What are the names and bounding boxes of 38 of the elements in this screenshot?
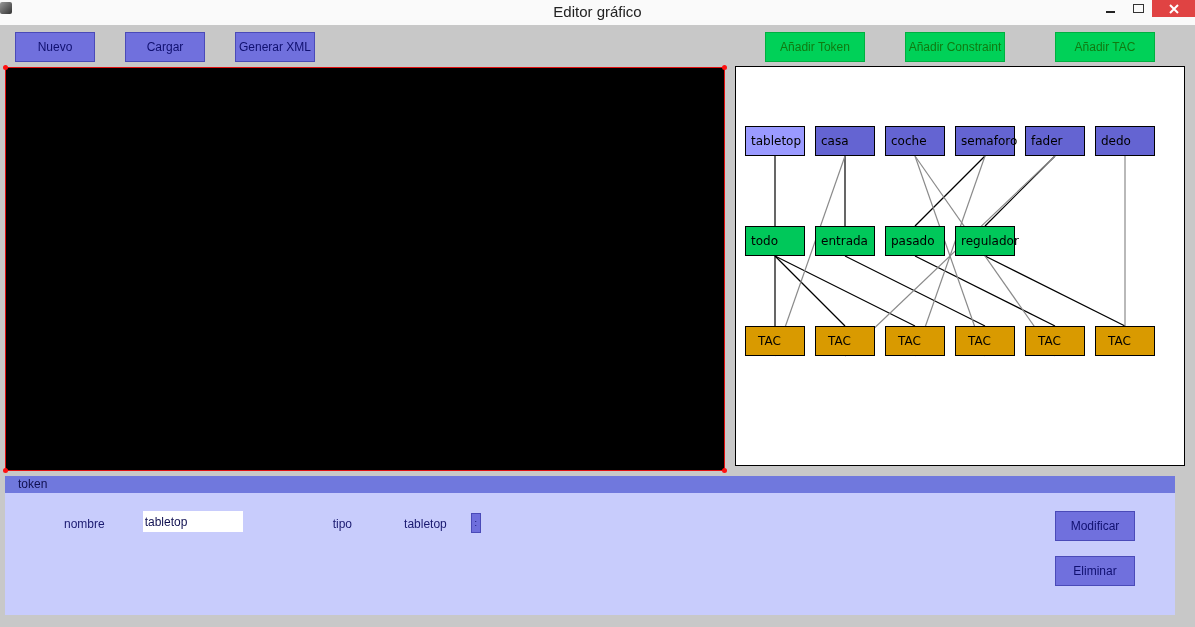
type-button[interactable]: :	[470, 513, 481, 533]
minimize-icon	[1105, 10, 1115, 13]
tac-node[interactable]: TAC	[815, 326, 875, 356]
constraint-node[interactable]: todo	[745, 226, 805, 256]
token-node[interactable]: casa	[815, 126, 875, 156]
tac-node[interactable]: TAC	[745, 326, 805, 356]
token-node[interactable]: tabletop	[745, 126, 805, 156]
panel-header: token	[5, 476, 1175, 493]
constraint-node[interactable]: pasado	[885, 226, 945, 256]
corner-handle[interactable]	[722, 468, 727, 473]
tac-node[interactable]: TAC	[955, 326, 1015, 356]
close-button[interactable]	[1152, 0, 1195, 17]
field-label: nombre	[64, 517, 105, 531]
corner-handle[interactable]	[722, 65, 727, 70]
add-button[interactable]: Añadir TAC	[1055, 32, 1155, 62]
app-icon	[0, 2, 12, 14]
window-title: Editor gráfico	[553, 3, 642, 20]
type-value: tabletop	[404, 517, 447, 531]
toolbar-button[interactable]: Nuevo	[15, 32, 95, 62]
corner-handle[interactable]	[3, 468, 8, 473]
token-node[interactable]: fader	[1025, 126, 1085, 156]
token-node[interactable]: coche	[885, 126, 945, 156]
close-icon	[1167, 2, 1180, 15]
panel-button[interactable]: Eliminar	[1055, 556, 1135, 586]
toolbar-button[interactable]: Cargar	[125, 32, 205, 62]
token-node[interactable]: dedo	[1095, 126, 1155, 156]
name-field[interactable]: tabletop	[142, 511, 243, 532]
tac-node[interactable]: TAC	[1095, 326, 1155, 356]
maximize-icon	[1132, 4, 1144, 13]
add-button[interactable]: Añadir Constraint	[905, 32, 1005, 62]
panel-button[interactable]: Modificar	[1055, 511, 1135, 541]
corner-handle[interactable]	[3, 65, 8, 70]
add-button[interactable]: Añadir Token	[765, 32, 865, 62]
tac-node[interactable]: TAC	[1025, 326, 1085, 356]
constraint-node[interactable]: entrada	[815, 226, 875, 256]
field-label: tipo	[332, 517, 353, 531]
toolbar-button[interactable]: Generar XML	[235, 32, 315, 62]
tac-node[interactable]: TAC	[885, 326, 945, 356]
